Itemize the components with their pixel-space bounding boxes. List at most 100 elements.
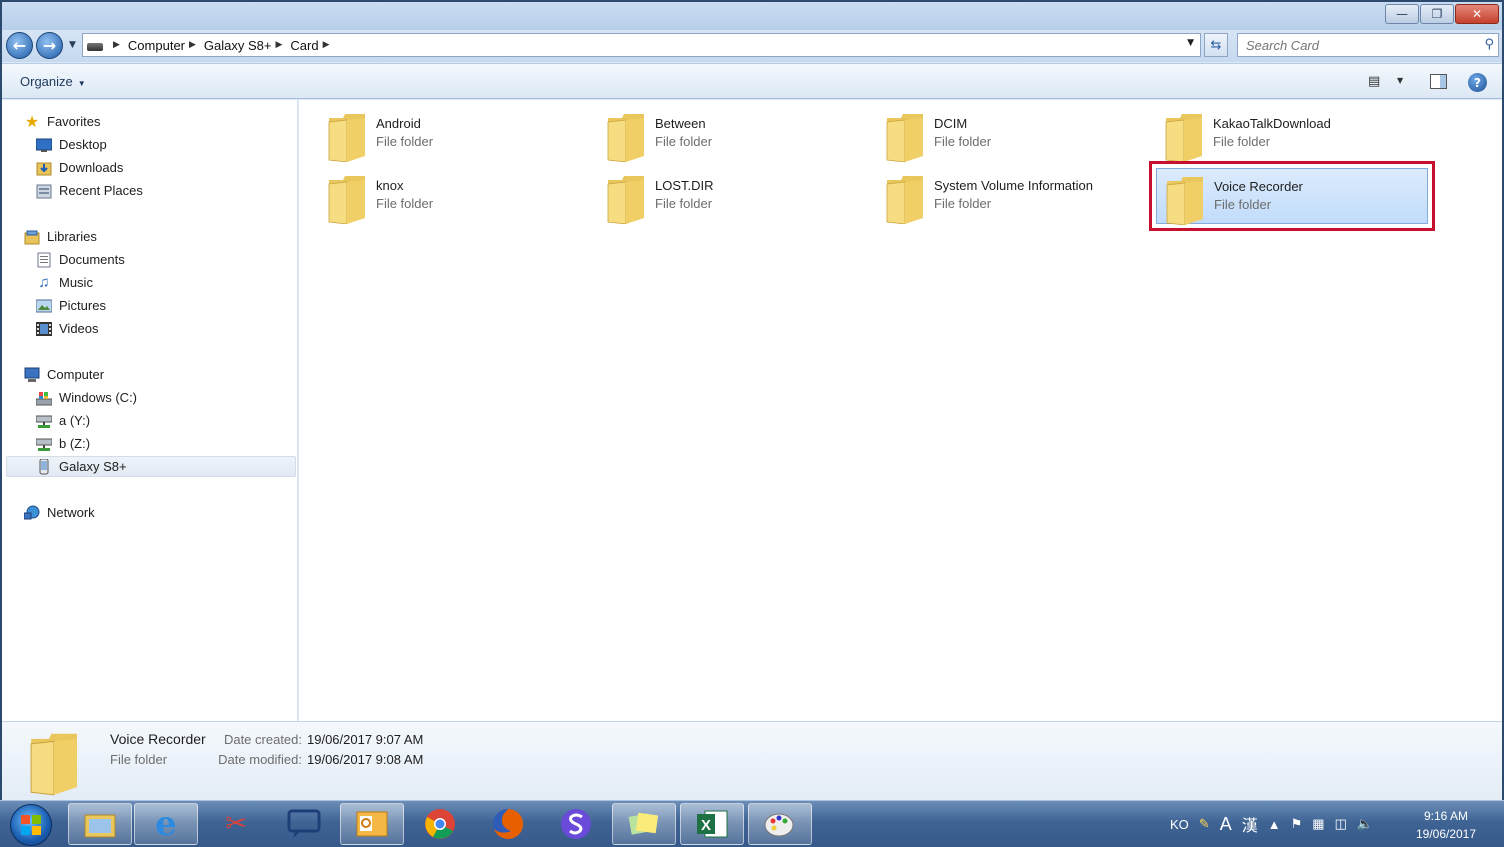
- folder-name: LOST.DIR: [655, 178, 714, 193]
- taskbar-snipping-tool[interactable]: ✂: [204, 803, 268, 845]
- forward-button[interactable]: →: [36, 32, 63, 59]
- taskbar-paint[interactable]: [748, 803, 812, 845]
- nav-item-label: b (Z:): [59, 436, 91, 451]
- folder-item-android[interactable]: Android File folder: [319, 106, 591, 162]
- nav-item-videos[interactable]: Videos: [36, 318, 99, 339]
- date-modified-label: Date modified:: [218, 752, 302, 767]
- change-view-icon[interactable]: ▤: [1368, 74, 1380, 89]
- action-center-flag-icon[interactable]: ⚑: [1291, 816, 1303, 832]
- back-button[interactable]: ←: [6, 32, 33, 59]
- svg-text:X: X: [701, 817, 711, 834]
- folder-type: File folder: [1213, 134, 1271, 149]
- refresh-button[interactable]: ⇆: [1204, 33, 1228, 57]
- minimize-button[interactable]: —: [1385, 4, 1419, 24]
- breadcrumb-chevron-icon[interactable]: ▶: [113, 40, 120, 50]
- folder-item-system-volume-information[interactable]: System Volume Information File folder: [877, 168, 1149, 224]
- excel-icon: X: [697, 810, 728, 838]
- search-box[interactable]: ⚲: [1237, 33, 1499, 57]
- nav-item-drive-y[interactable]: a (Y:): [36, 410, 90, 431]
- folder-item-kakaotalkdownload[interactable]: KakaoTalkDownload File folder: [1156, 106, 1428, 162]
- breadcrumb-chevron-icon[interactable]: ▶: [323, 40, 330, 50]
- libraries-icon: [24, 229, 40, 245]
- address-bar[interactable]: ▶ Computer ▶ Galaxy S8+ ▶ Card ▶ ▼: [82, 33, 1201, 57]
- nav-network[interactable]: Network: [24, 502, 95, 523]
- nav-item-label: Documents: [59, 252, 125, 267]
- folder-name: KakaoTalkDownload: [1213, 116, 1331, 131]
- taskbar-chat[interactable]: [272, 803, 336, 845]
- folder-icon: [1166, 177, 1203, 225]
- windows-drive-icon: [36, 390, 52, 406]
- title-bar[interactable]: — ❐ ✕: [2, 2, 1502, 30]
- search-icon[interactable]: ⚲: [1484, 37, 1494, 52]
- nav-item-drive-z[interactable]: b (Z:): [36, 433, 90, 454]
- command-bar: Organize ▼ ▤ ▼ ?: [2, 63, 1502, 99]
- language-indicator[interactable]: KO: [1170, 817, 1189, 832]
- taskbar-outlook[interactable]: [340, 803, 404, 845]
- search-input[interactable]: [1238, 34, 1468, 56]
- ime-toolbar-icon[interactable]: ✎: [1199, 816, 1210, 832]
- taskbar-chrome[interactable]: [408, 803, 472, 845]
- close-button[interactable]: ✕: [1455, 4, 1499, 24]
- details-type: File folder: [110, 752, 168, 767]
- restore-button[interactable]: ❐: [1420, 4, 1454, 24]
- organize-label: Organize: [20, 74, 73, 89]
- folder-type: File folder: [934, 134, 992, 149]
- volume-icon[interactable]: 🔈: [1357, 816, 1373, 832]
- folder-item-lost-dir[interactable]: LOST.DIR File folder: [598, 168, 870, 224]
- window-controls: — ❐ ✕: [1384, 4, 1499, 24]
- nav-item-documents[interactable]: Documents: [36, 249, 125, 270]
- folder-item-dcim[interactable]: DCIM File folder: [877, 106, 1149, 162]
- ime-hanja[interactable]: 漢: [1242, 812, 1258, 836]
- breadcrumb-card[interactable]: Card: [290, 38, 318, 53]
- date-created-value: 19/06/2017 9:07 AM: [307, 732, 424, 747]
- nav-computer[interactable]: Computer: [24, 364, 104, 385]
- address-history-dropdown-icon[interactable]: ▼: [1187, 38, 1194, 48]
- organize-button[interactable]: Organize ▼: [20, 74, 86, 89]
- show-hidden-icons-icon[interactable]: ▲: [1268, 817, 1281, 832]
- nav-item-windows-c[interactable]: Windows (C:): [36, 387, 137, 408]
- nav-item-recent-places[interactable]: Recent Places: [36, 180, 143, 201]
- explorer-folder-icon: [84, 814, 116, 838]
- folder-type: File folder: [376, 134, 434, 149]
- taskbar-excel[interactable]: X: [680, 803, 744, 845]
- nav-item-music[interactable]: ♫ Music: [36, 272, 93, 293]
- start-button[interactable]: [10, 804, 52, 846]
- system-tray: KO ✎ A 漢 ▲ ⚑ ▦ ◫ 🔈: [1170, 801, 1383, 847]
- clock[interactable]: 9:16 AM 19/06/2017: [1400, 807, 1492, 843]
- taskbar-windows-explorer[interactable]: [68, 803, 132, 845]
- nav-item-label: Videos: [59, 321, 99, 336]
- nav-item-pictures[interactable]: Pictures: [36, 295, 106, 316]
- breadcrumb-galaxy-s8[interactable]: Galaxy S8+: [204, 38, 272, 53]
- folder-name: System Volume Information: [934, 178, 1093, 193]
- pictures-icon: [36, 298, 52, 314]
- breadcrumb-computer[interactable]: Computer: [128, 38, 185, 53]
- taskbar-app-s[interactable]: [544, 803, 608, 845]
- nav-libraries[interactable]: Libraries: [24, 226, 97, 247]
- help-icon[interactable]: ?: [1468, 73, 1487, 92]
- nav-favorites[interactable]: ★ Favorites: [24, 111, 101, 132]
- device-icon[interactable]: ▦: [1312, 816, 1324, 832]
- breadcrumb-chevron-icon[interactable]: ▶: [276, 40, 283, 50]
- nav-item-galaxy-s8[interactable]: Galaxy S8+: [6, 456, 296, 477]
- recent-pages-dropdown-icon[interactable]: ▼: [69, 40, 76, 50]
- folder-icon: [328, 176, 365, 224]
- taskbar-internet-explorer[interactable]: e: [134, 803, 198, 845]
- network-status-icon[interactable]: ◫: [1335, 816, 1347, 832]
- breadcrumb-chevron-icon[interactable]: ▶: [189, 40, 196, 50]
- star-icon: ★: [24, 113, 40, 131]
- view-options-dropdown-icon[interactable]: ▼: [1397, 76, 1403, 85]
- ime-mode-a[interactable]: A: [1220, 814, 1232, 835]
- taskbar-firefox[interactable]: [476, 803, 540, 845]
- folder-item-between[interactable]: Between File folder: [598, 106, 870, 162]
- preview-pane-icon[interactable]: [1430, 74, 1447, 89]
- nav-item-label: Windows (C:): [59, 390, 138, 405]
- paint-palette-icon: [764, 813, 794, 837]
- nav-item-downloads[interactable]: Downloads: [36, 157, 123, 178]
- folder-icon: [886, 176, 923, 224]
- taskbar-sticky-notes[interactable]: [612, 803, 676, 845]
- chevron-down-icon: ▼: [77, 79, 86, 88]
- folder-item-knox[interactable]: knox File folder: [319, 168, 591, 224]
- nav-item-desktop[interactable]: Desktop: [36, 134, 107, 155]
- folder-item-voice-recorder[interactable]: Voice Recorder File folder: [1149, 161, 1435, 231]
- nav-favorites-label: Favorites: [47, 114, 101, 129]
